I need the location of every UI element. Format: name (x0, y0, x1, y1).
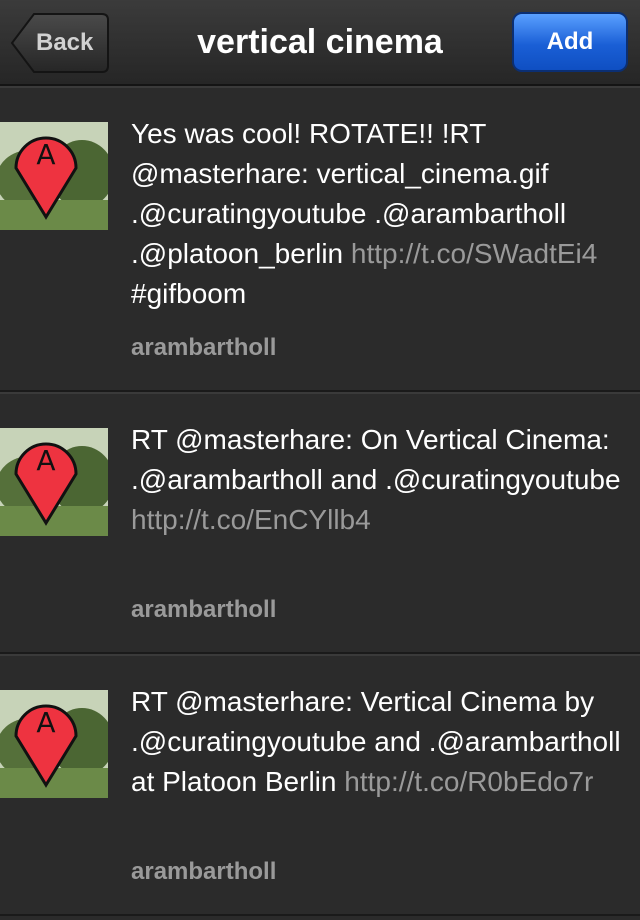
page-title: vertical cinema (197, 23, 443, 61)
add-button[interactable]: Add (512, 12, 628, 72)
tweet-author: arambartholl (131, 334, 277, 361)
map-pin-icon: A (0, 428, 108, 536)
tweet-link[interactable]: http://t.co/R0bEdo7r (344, 766, 593, 797)
tweet-link[interactable]: http://t.co/EnCYllb4 (131, 504, 371, 535)
avatar-letter: A (36, 138, 55, 171)
tweet-body: RT @masterhare: On Vertical Cinema: .@ar… (131, 424, 621, 495)
back-button[interactable]: Back (10, 12, 110, 74)
avatar-letter: A (36, 444, 55, 477)
tweet-text: Yes was cool! ROTATE!! !RT @masterhare: … (131, 114, 623, 314)
tweet-item[interactable]: A RT @masterhare: Vertical Cinema by .@c… (0, 654, 640, 916)
tweet-author: arambartholl (131, 596, 277, 623)
tweet-link[interactable]: http://t.co/SWadtEi4 (351, 238, 597, 269)
map-pin-icon: A (0, 690, 108, 798)
avatar-letter: A (36, 706, 55, 739)
navigation-bar: Back vertical cinema Add (0, 0, 640, 86)
avatar[interactable]: A (0, 428, 108, 536)
tweet-text: RT @masterhare: On Vertical Cinema: .@ar… (131, 420, 623, 540)
tweet-hashtag: #gifboom (131, 278, 247, 309)
tweet-list: A Yes was cool! ROTATE!! !RT @masterhare… (0, 86, 640, 916)
tweet-item[interactable]: A RT @masterhare: On Vertical Cinema: .@… (0, 392, 640, 654)
tweet-text: RT @masterhare: Vertical Cinema by .@cur… (131, 682, 623, 802)
tweet-item[interactable]: A Yes was cool! ROTATE!! !RT @masterhare… (0, 86, 640, 392)
avatar[interactable]: A (0, 690, 108, 798)
tweet-author: arambartholl (131, 858, 277, 885)
back-button-label: Back (36, 29, 94, 56)
map-pin-icon: A (0, 122, 108, 230)
avatar[interactable]: A (0, 122, 108, 230)
